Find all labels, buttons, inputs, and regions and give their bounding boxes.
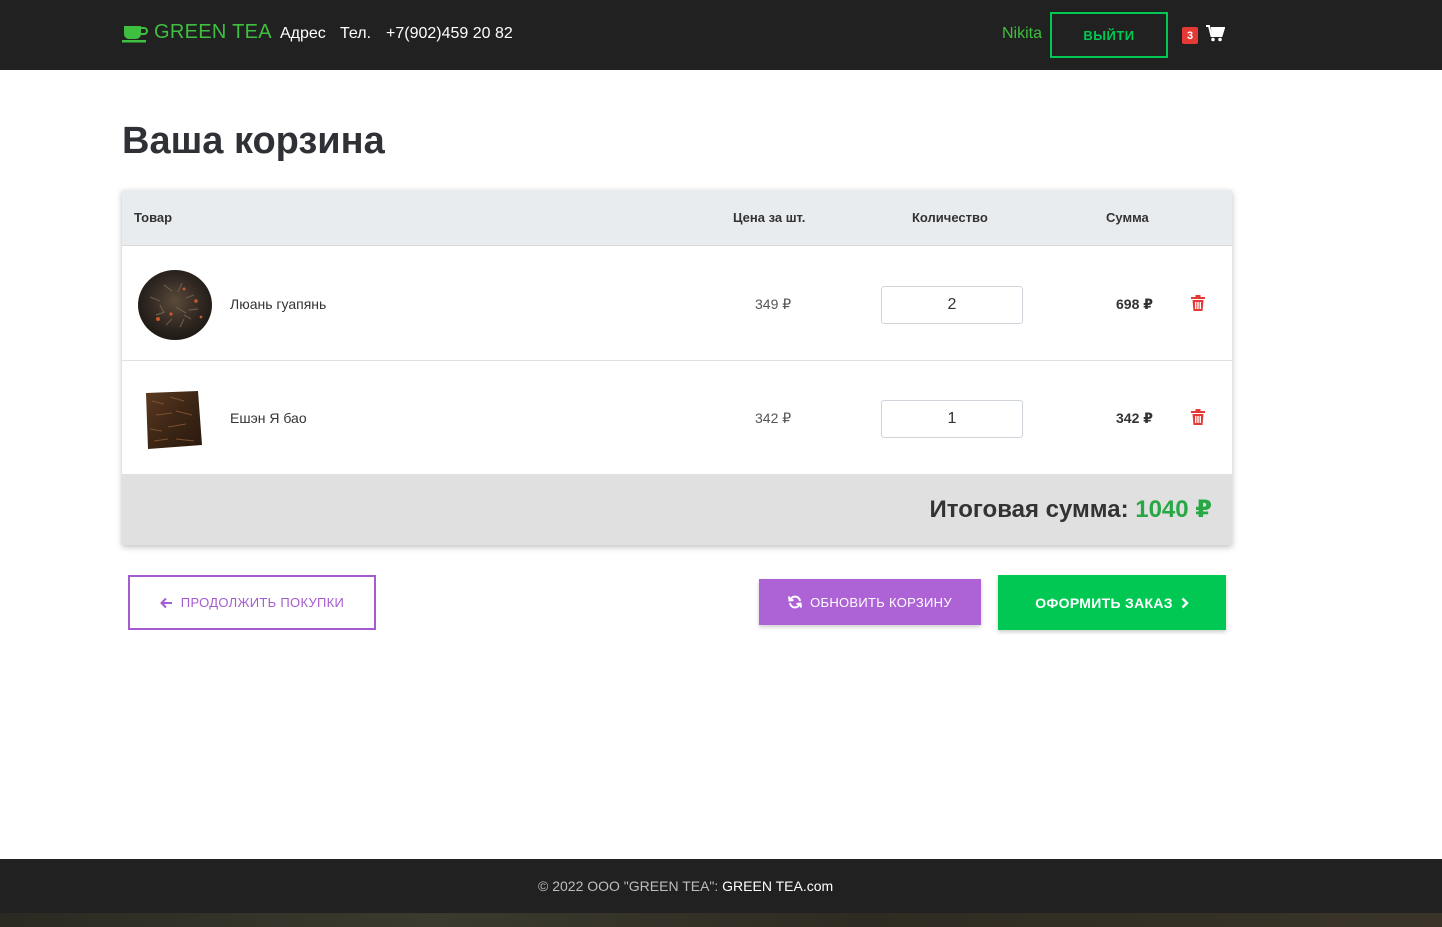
arrow-left-icon <box>159 597 172 608</box>
product-price: 342 ₽ <box>755 410 792 426</box>
quantity-input[interactable] <box>881 400 1023 438</box>
row-sum: 698 ₽ <box>1116 296 1153 312</box>
refresh-icon <box>788 595 803 609</box>
page-title: Ваша корзина <box>122 120 385 162</box>
nav-address-link[interactable]: Адрес <box>280 25 326 43</box>
cart-count-badge: 3 <box>1182 27 1198 44</box>
row-sum: 342 ₽ <box>1116 410 1153 426</box>
nav-phone-label: Тел. <box>340 25 372 42</box>
header-quantity: Количество <box>912 210 988 225</box>
continue-shopping-button[interactable]: ПРОДОЛЖИТЬ ПОКУПКИ <box>128 575 376 630</box>
checkout-label: ОФОРМИТЬ ЗАКАЗ <box>1035 594 1173 611</box>
table-header: Товар Цена за шт. Количество Сумма <box>122 190 1232 246</box>
cart-table: Товар Цена за шт. Количество Сумма Люань… <box>122 190 1232 545</box>
total-label: Итоговая сумма: <box>929 496 1129 523</box>
nav-phone-number[interactable]: +7(902)459 20 82 <box>386 25 513 43</box>
brand-logo[interactable]: GREEN TEA <box>122 21 272 44</box>
footer-copyright: © 2022 ООО "GREEN TEA": GREEN TEA.com <box>538 878 833 894</box>
logout-button[interactable]: ВЫЙТИ <box>1050 12 1168 58</box>
chevron-right-icon <box>1181 597 1189 608</box>
navbar: GREEN TEA Адрес Тел. +7(902)459 20 82 Ni… <box>0 0 1442 70</box>
total-amount: 1040 ₽ <box>1135 496 1212 523</box>
product-price: 349 ₽ <box>755 296 792 312</box>
footer: © 2022 ООО "GREEN TEA": GREEN TEA.com <box>0 859 1442 913</box>
trash-icon[interactable] <box>1191 409 1205 430</box>
cart-icon[interactable] <box>1206 25 1226 47</box>
product-name[interactable]: Люань гуапянь <box>230 296 326 312</box>
update-cart-button[interactable]: ОБНОВИТЬ КОРЗИНУ <box>759 579 981 625</box>
brand-name: GREEN TEA <box>154 21 272 43</box>
table-row: Люань гуапянь 349 ₽ 698 ₽ <box>122 247 1232 361</box>
table-row: Ешэн Я бао 342 ₽ 342 ₽ <box>122 361 1232 475</box>
total-bar: Итоговая сумма: 1040 ₽ <box>122 475 1232 545</box>
username[interactable]: Nikita <box>1002 25 1042 43</box>
header-product: Товар <box>134 210 173 225</box>
total-sum: Итоговая сумма: 1040 ₽ <box>930 495 1213 524</box>
tea-cup-icon <box>122 25 148 42</box>
checkout-button[interactable]: ОФОРМИТЬ ЗАКАЗ <box>998 575 1226 630</box>
bottom-strip <box>0 913 1442 927</box>
trash-icon[interactable] <box>1191 295 1205 316</box>
product-name[interactable]: Ешэн Я бао <box>230 410 307 426</box>
continue-shopping-label: ПРОДОЛЖИТЬ ПОКУПКИ <box>180 595 345 610</box>
footer-site-link[interactable]: GREEN TEA.com <box>722 878 833 894</box>
product-image[interactable] <box>136 381 214 459</box>
quantity-input[interactable] <box>881 286 1023 324</box>
product-image[interactable] <box>136 267 214 345</box>
update-cart-label: ОБНОВИТЬ КОРЗИНУ <box>810 594 952 610</box>
header-sum: Сумма <box>1106 210 1149 225</box>
header-unit-price: Цена за шт. <box>733 210 806 225</box>
copyright-text: © 2022 ООО "GREEN TEA": <box>538 878 723 894</box>
